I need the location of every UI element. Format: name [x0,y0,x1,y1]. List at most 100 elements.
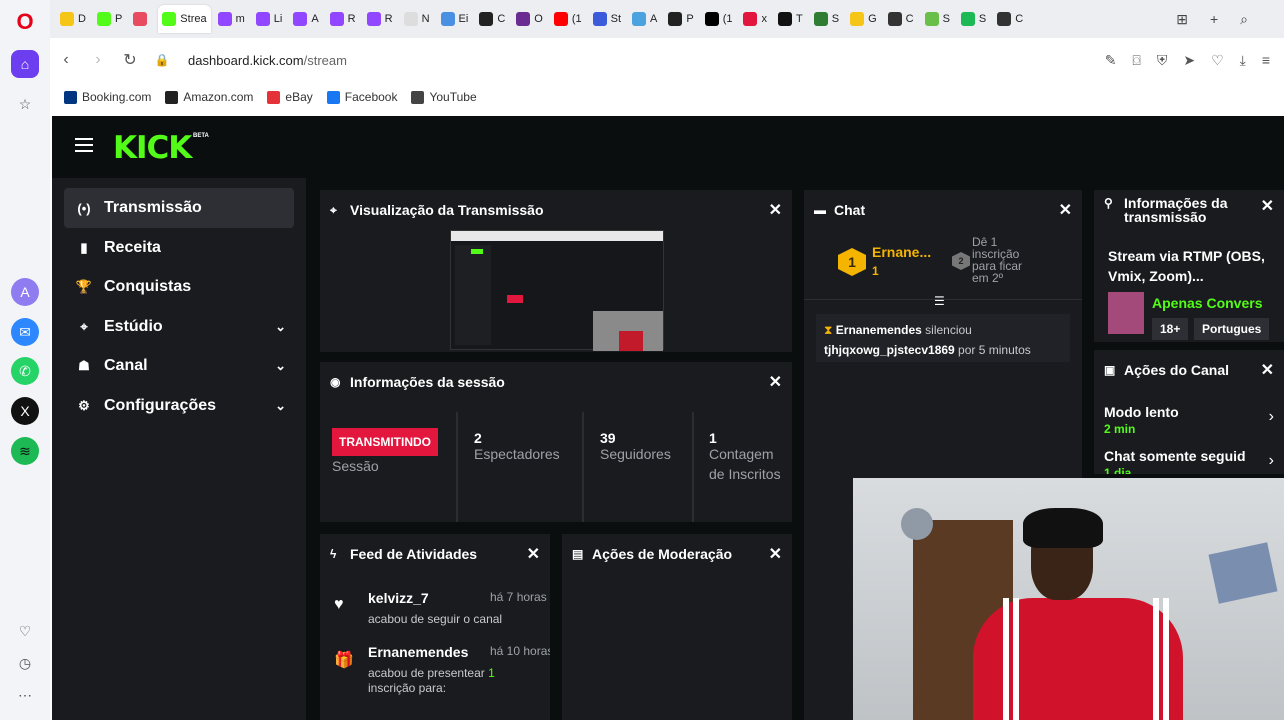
send-icon[interactable]: ➤ [1183,52,1195,69]
tab-favicon-icon [516,12,531,26]
browser-tab[interactable]: (1 [550,5,586,33]
url-field[interactable]: dashboard.kick.com/stream [188,53,347,68]
search-tabs-icon[interactable]: ⌕ [1240,11,1248,28]
tab-favicon-icon [553,12,568,26]
home-icon[interactable]: ⌂ [11,50,39,78]
nav-conquistas[interactable]: 🏆 Conquistas [64,267,294,307]
feed-user[interactable]: Ernanemendes [368,644,468,660]
close-icon[interactable]: ✕ [1261,360,1274,380]
back-icon[interactable]: ‹ [50,51,82,69]
nav-transmissao[interactable]: (•) Transmissão [64,188,294,228]
panel-title: Visualização da Transmissão [350,202,544,218]
browser-tab[interactable]: (1 [701,5,737,33]
tab-favicon-icon [162,12,177,26]
new-tab-icon[interactable]: + [1210,11,1218,28]
edit-icon[interactable]: ✎ [1105,52,1117,69]
nav-estudio[interactable]: ⌖ Estúdio ⌄ [64,307,294,347]
close-icon[interactable]: ✕ [1261,196,1274,216]
browser-tab[interactable] [129,5,155,33]
stream-info-panel: ⚲ Informações da transmissão ✕ Stream via … [1094,190,1284,342]
feed-user[interactable]: kelvizz_7 [368,590,429,606]
shield-icon[interactable]: ⛨ [1157,52,1168,69]
browser-tab[interactable]: P [93,5,126,33]
browser-tab[interactable]: T [774,5,807,33]
tab-favicon-icon [813,12,828,26]
close-icon[interactable]: ✕ [769,200,782,220]
app-store-icon[interactable]: A [11,278,39,306]
kick-logo[interactable]: KICK [113,130,192,166]
msg-target[interactable]: tjhjqxowg_pjstecv1869 [824,343,955,357]
bookmark-item[interactable]: eBay [267,90,313,104]
close-icon[interactable]: ✕ [769,372,782,392]
tab-menu-icon[interactable]: ⊞ [1176,11,1188,28]
messenger-icon[interactable]: ✉ [11,318,39,346]
msg-user[interactable]: Ernanemendes [836,323,922,337]
browser-tab[interactable]: A [628,5,661,33]
browser-tab[interactable]: S [810,5,843,33]
browser-tab[interactable]: C [993,5,1027,33]
browser-tab[interactable]: Ei [437,5,473,33]
browser-tab[interactable]: S [957,5,990,33]
tag-18plus: 18+ [1152,318,1189,340]
history-icon[interactable]: ◷ [11,649,39,677]
tab-label: R [347,13,356,25]
star-icon[interactable]: ☆ [11,90,39,118]
spotify-icon[interactable]: ≋ [11,437,39,465]
browser-tab[interactable]: R [363,5,397,33]
browser-tab[interactable]: O [512,5,547,33]
opera-logo-icon[interactable]: O [13,10,37,34]
expand-icon[interactable]: ☰ [934,294,945,308]
tab-favicon-icon [924,12,939,26]
bookmark-item[interactable]: Facebook [326,90,398,104]
followers-only-action[interactable]: Chat somente seguid 1 dia [1104,448,1274,474]
nav-receita[interactable]: ▮ Receita [64,228,294,268]
heart-icon[interactable]: ♡ [11,617,39,645]
nav-configuracoes[interactable]: ⚙ Configurações ⌄ [64,386,294,426]
browser-tab[interactable]: m [214,5,249,33]
reload-icon[interactable]: ↻ [114,50,146,70]
top-gifter[interactable]: Ernane... [872,244,931,260]
download-icon[interactable]: ⤓ [1240,52,1246,69]
hamburger-menu-icon[interactable] [75,138,93,152]
close-icon[interactable]: ✕ [527,544,540,564]
browser-tab[interactable]: S [921,5,954,33]
bookmark-item[interactable]: YouTube [411,90,477,104]
browser-tab[interactable]: x [739,5,771,33]
more-icon[interactable]: ⋯ [11,681,39,709]
stream-preview[interactable] [450,230,664,351]
menu-icon[interactable]: ≡ [1262,52,1270,69]
tab-favicon-icon [366,12,381,26]
browser-tab[interactable]: Strea [158,5,211,33]
browser-tab[interactable]: C [884,5,918,33]
nav-canal[interactable]: ☗ Canal ⌄ [64,346,294,386]
forward-icon[interactable]: › [82,51,114,69]
tab-label: S [978,13,987,25]
browser-tab[interactable]: St [589,5,625,33]
chevron-right-icon[interactable]: › [1269,408,1274,426]
live-badge: TRANSMITINDO [332,428,438,456]
slow-mode-action[interactable]: Modo lento 2 min [1104,404,1274,436]
camera-icon[interactable]: ⌼ [1132,52,1140,69]
bookmark-item[interactable]: Amazon.com [165,90,253,104]
browser-tab[interactable]: N [400,5,434,33]
category-thumbnail[interactable] [1108,292,1144,334]
feed-desc: acabou de seguir o canal [368,612,503,626]
bookmark-item[interactable]: Booking.com [64,90,151,104]
kick-header: KICK BETA [52,116,1284,178]
chevron-down-icon: ⌄ [275,319,286,334]
browser-tab[interactable]: P [664,5,697,33]
browser-tab[interactable]: Li [252,5,287,33]
close-icon[interactable]: ✕ [769,544,782,564]
heart-icon[interactable]: ♡ [1211,52,1224,69]
browser-tab[interactable]: G [846,5,881,33]
x-icon[interactable]: X [11,397,39,425]
whatsapp-icon[interactable]: ✆ [11,357,39,385]
chevron-right-icon[interactable]: › [1269,452,1274,470]
browser-tab[interactable]: A [289,5,322,33]
category-name[interactable]: Apenas Convers [1152,295,1262,311]
browser-tab[interactable]: D [56,5,90,33]
browser-tab[interactable]: C [475,5,509,33]
close-icon[interactable]: ✕ [1059,200,1072,220]
bookmark-label: Facebook [344,90,398,104]
browser-tab[interactable]: R [326,5,360,33]
